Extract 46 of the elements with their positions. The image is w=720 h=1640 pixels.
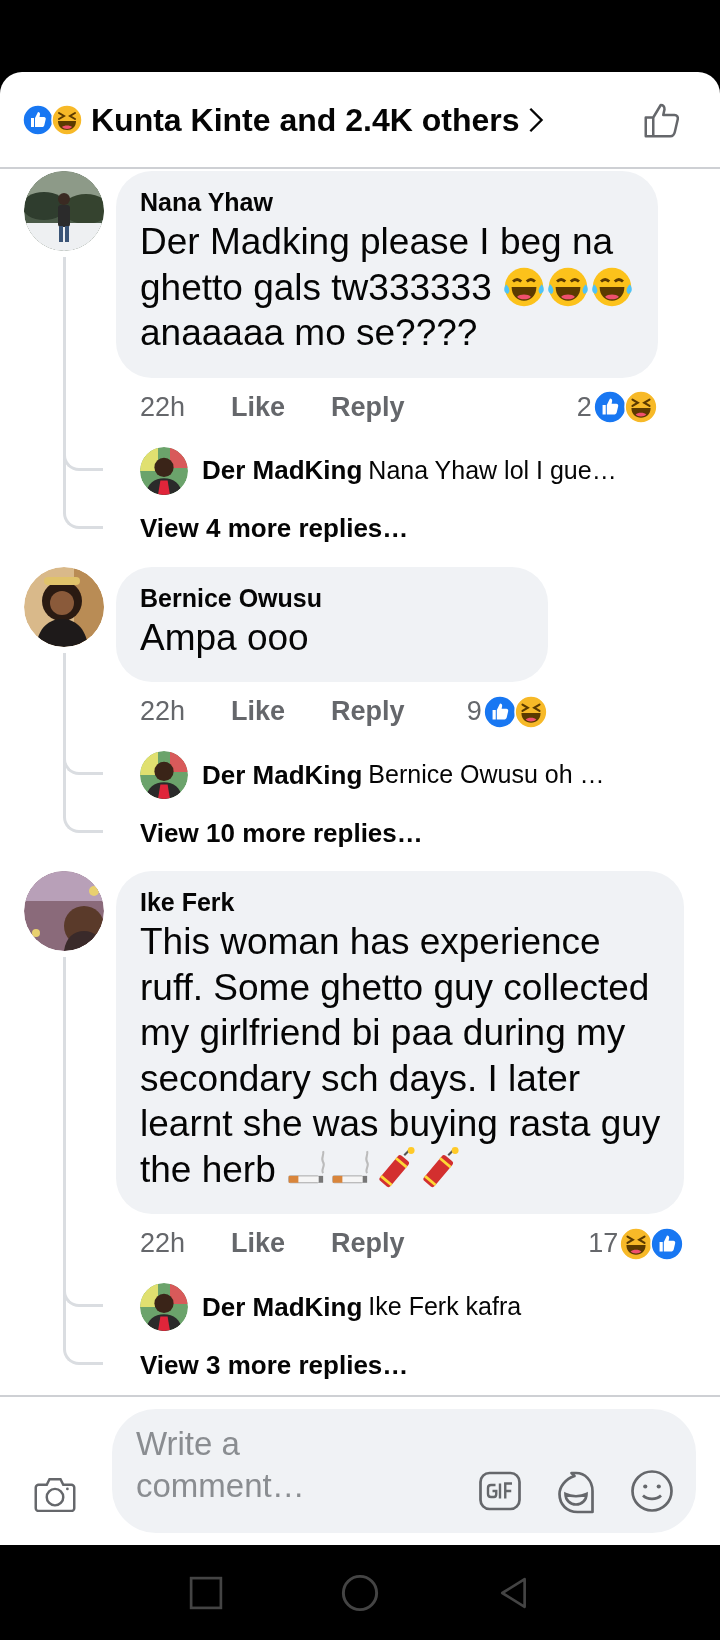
comment-time: 22h: [140, 695, 186, 729]
comment-time: 22h: [140, 1227, 186, 1261]
reply-text: Bernice Owusu oh …: [368, 759, 605, 791]
comment-text: Ampa ooo: [140, 615, 309, 660]
comment-author[interactable]: Bernice Owusu: [140, 580, 524, 615]
comment-text: learnt she was buying rasta guy: [140, 1102, 661, 1146]
comment-text: my girlfriend bi paa during my: [140, 1011, 626, 1055]
reply-text: Nana Yhaw lol I gue…: [368, 454, 617, 486]
reactions-summary[interactable]: Kunta Kinte and 2.4K others: [91, 95, 520, 144]
laughing-face-icon: [51, 103, 83, 136]
thumbs-up-icon: [482, 694, 517, 729]
thumbs-up-icon: [22, 103, 54, 136]
reply-author[interactable]: Der MadKing: [202, 1287, 363, 1327]
comment-text: This woman has experience: [140, 920, 601, 964]
laughing-face-icon: [513, 694, 548, 729]
reply-button[interactable]: Reply: [331, 1223, 405, 1264]
reaction-count: 2: [576, 390, 592, 424]
comment-author[interactable]: Ike Ferk: [140, 885, 661, 919]
comment-field[interactable]: Write a comment…: [136, 1423, 356, 1515]
comment-time: 22h: [140, 390, 186, 424]
like-button[interactable]: Like: [231, 386, 286, 428]
comment-text: Der Madking please I beg na: [140, 220, 614, 264]
reply-button[interactable]: Reply: [331, 386, 405, 428]
comment-text: ghetto gals tw333333: [140, 265, 492, 310]
like-button[interactable]: Like: [231, 691, 286, 732]
thumbs-up-icon: [592, 390, 627, 424]
emoji-icon[interactable]: [628, 1467, 676, 1515]
comment-text: secondary sch days. I later: [140, 1056, 581, 1101]
view-more-replies-link[interactable]: View 3 more replies…: [140, 1345, 409, 1385]
reaction-count: 17: [588, 1227, 619, 1261]
reply-text: Ike Ferk kafra: [368, 1291, 522, 1323]
reaction-count: 9: [466, 695, 482, 729]
thumbs-up-icon: [650, 1226, 685, 1261]
view-more-replies-link[interactable]: View 10 more replies…: [140, 813, 423, 853]
comment-text: the herb: [140, 1147, 276, 1192]
reply-button[interactable]: Reply: [331, 691, 405, 732]
comment-author[interactable]: Nana Yhaw: [140, 185, 634, 219]
reply-author[interactable]: Der MadKing: [202, 451, 363, 490]
laughing-face-icon: [619, 1226, 654, 1261]
like-button[interactable]: Like: [231, 1223, 286, 1264]
laughing-face-icon: [623, 390, 658, 424]
view-more-replies-link[interactable]: View 4 more replies…: [140, 509, 409, 548]
comment-field[interactable]: Write a comment…: [112, 1409, 696, 1533]
comment-text: ruff. Some ghetto guy collected: [140, 965, 650, 1010]
comment-text: anaaaaa mo se????: [140, 311, 478, 355]
reply-author[interactable]: Der MadKing: [202, 755, 363, 795]
